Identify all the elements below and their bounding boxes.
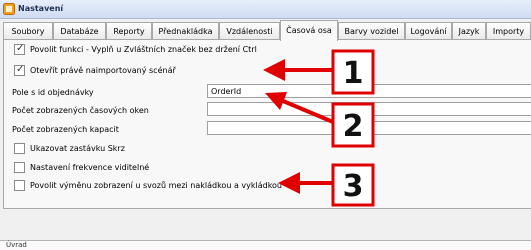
order-id-label: Pole s id objednávky — [12, 88, 94, 97]
bottom-text: Úvrad — [6, 241, 27, 249]
allow-swap-label: Povolit výměnu zobrazení u svozů mezi na… — [30, 181, 283, 190]
show-stop-label: Ukazovat zastávku Skrz — [30, 144, 125, 153]
tab-databaze[interactable]: Databáze — [53, 22, 106, 40]
capacity-count-input[interactable] — [207, 121, 531, 135]
app-icon — [3, 3, 15, 15]
time-windows-count-label: Počet zobrazených časových oken — [12, 106, 149, 115]
visibility-frequency-label: Nastavení frekvence viditelné — [30, 163, 150, 172]
check-mark-icon: ✓ — [16, 43, 25, 54]
capacity-count-label: Počet zobrazených kapacit — [12, 125, 119, 134]
tab-soubory[interactable]: Soubory — [3, 22, 53, 40]
tab-barvy-vozidel[interactable]: Barvy vozidel — [338, 22, 405, 40]
open-imported-checkbox[interactable]: ✓ — [14, 64, 25, 76]
open-imported-label: Otevřít právě naimportovaný scénář — [30, 66, 176, 75]
tab-prednakladka[interactable]: Přednakládka — [152, 22, 219, 40]
order-id-input[interactable]: OrderId — [207, 84, 531, 98]
tab-vzdalenosti[interactable]: Vzdálenosti — [219, 22, 280, 40]
tab-importy[interactable]: Importy — [486, 22, 531, 40]
tab-reporty[interactable]: Reporty — [106, 22, 152, 40]
settings-window: Nastavení Soubory Databáze Reporty Předn… — [0, 0, 531, 250]
title-bar: Nastavení — [0, 0, 531, 19]
tab-casova-osa[interactable]: Časová osa — [280, 20, 338, 41]
time-windows-count-input[interactable] — [207, 102, 531, 116]
tab-logovani[interactable]: Logování — [405, 22, 452, 40]
tab-strip: Soubory Databáze Reporty Přednakládka Vz… — [0, 20, 531, 41]
window-title: Nastavení — [18, 4, 64, 13]
show-stop-checkbox[interactable] — [14, 143, 25, 154]
enable-function-checkbox[interactable]: ✓ — [14, 43, 25, 55]
enable-function-label: Povolit funkci - Vyplň u Zvláštních znač… — [30, 45, 257, 54]
tab-jazyk[interactable]: Jazyk — [452, 22, 486, 40]
visibility-frequency-checkbox[interactable] — [14, 162, 25, 173]
bottom-strip: Úvrad — [0, 240, 531, 250]
allow-swap-checkbox[interactable] — [14, 180, 25, 191]
check-mark-icon: ✓ — [16, 64, 25, 75]
